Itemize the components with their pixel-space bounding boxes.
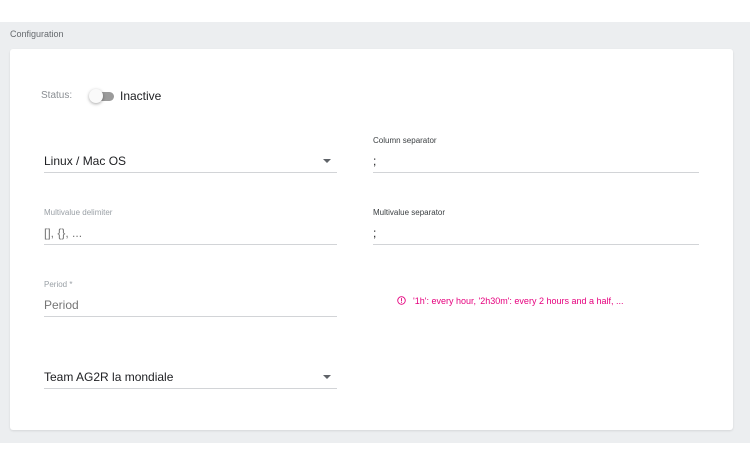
multivalue-separator-field: Multivalue separator [373,208,699,245]
multivalue-separator-underline [373,244,699,245]
period-input[interactable] [44,298,324,312]
column-separator-label: Column separator [373,136,437,145]
os-select-underline [44,172,337,173]
period-hint-text: '1h': every hour, '2h30m': every 2 hours… [413,296,624,306]
info-circle-icon [397,296,406,305]
toggle-thumb [89,89,103,103]
team-select-value: Team AG2R la mondiale [44,370,174,384]
multivalue-separator-label: Multivalue separator [373,208,446,217]
period-field: Period * [44,280,337,317]
column-separator-underline [373,172,699,173]
period-underline [44,316,337,317]
column-separator-field: Column separator [373,136,699,173]
multivalue-delimiter-underline [44,244,337,245]
multivalue-separator-input[interactable] [373,226,693,240]
chevron-down-icon [323,375,331,379]
multivalue-delimiter-input[interactable] [44,226,324,240]
status-label: Status: [41,90,73,101]
chevron-down-icon [323,159,331,163]
status-value: Inactive [120,89,162,103]
multivalue-delimiter-field: Multivalue delimiter [44,208,337,245]
team-select[interactable]: Team AG2R la mondiale [44,365,337,389]
period-hint: '1h': every hour, '2h30m': every 2 hours… [397,296,624,306]
period-label: Period * [44,280,73,289]
column-separator-input[interactable] [373,154,693,168]
os-select-value: Linux / Mac OS [44,154,127,168]
configuration-card: Status: Inactive Linux / Mac OS Column s… [10,49,733,430]
configuration-panel: Configuration Status: Inactive Linux / M… [0,22,750,443]
multivalue-delimiter-label: Multivalue delimiter [44,208,113,217]
team-select-underline [44,388,337,389]
status-toggle[interactable] [89,89,115,103]
section-title: Configuration [10,29,64,39]
os-select[interactable]: Linux / Mac OS [44,149,337,173]
